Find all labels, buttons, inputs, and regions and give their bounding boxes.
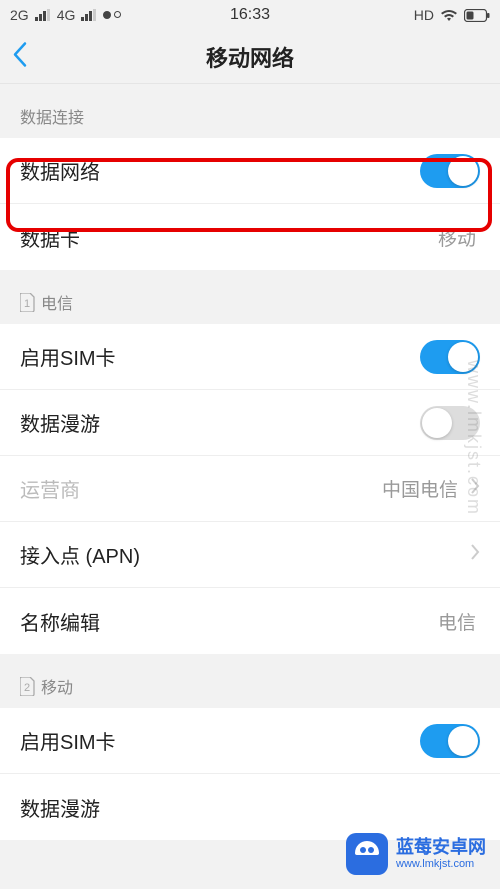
row-enable-sim-2[interactable]: 启用SIM卡 (0, 708, 500, 774)
row-value: 中国电信 (382, 475, 458, 502)
row-label: 数据漫游 (20, 793, 480, 822)
toggle-data-network[interactable] (420, 154, 480, 188)
row-name-edit[interactable]: 名称编辑 电信 (0, 588, 500, 654)
list-data-connection: 数据网络 数据卡 移动 (0, 138, 500, 270)
section-header-data-connection: 数据连接 (0, 84, 500, 138)
signal-bars-icon (81, 9, 97, 21)
toggle-enable-sim-2[interactable] (420, 724, 480, 758)
row-label: 启用SIM卡 (20, 342, 420, 371)
section-header-label: 电信 (41, 290, 73, 314)
chevron-right-icon (470, 477, 480, 501)
page-title: 移动网络 (206, 41, 294, 73)
section-header-telecom: 1 电信 (0, 270, 500, 324)
hd-label: HD (414, 7, 434, 23)
row-label: 数据漫游 (20, 408, 420, 437)
footer-logo: 蓝莓安卓网 www.lmkjst.com (346, 833, 486, 875)
row-label: 数据网络 (20, 156, 420, 185)
sim-card-icon: 2 (20, 677, 35, 696)
row-data-network[interactable]: 数据网络 (0, 138, 500, 204)
status-time: 16:33 (230, 6, 270, 24)
svg-text:1: 1 (24, 298, 30, 310)
toggle-data-roaming-1[interactable] (420, 406, 480, 440)
sim-card-icon: 1 (20, 293, 35, 312)
network-4g-label: 4G (57, 7, 76, 23)
row-label: 接入点 (APN) (20, 540, 462, 569)
row-data-card[interactable]: 数据卡 移动 (0, 204, 500, 270)
row-carrier[interactable]: 运营商 中国电信 (0, 456, 500, 522)
list-telecom: 启用SIM卡 数据漫游 运营商 中国电信 接入点 (APN) 名称编辑 电信 (0, 324, 500, 654)
footer-brand-name: 蓝莓安卓网 (396, 838, 486, 858)
status-bar: 2G 4G 16:33 HD (0, 0, 500, 30)
section-header-label: 移动 (41, 674, 73, 698)
nav-header: 移动网络 (0, 30, 500, 84)
row-apn[interactable]: 接入点 (APN) (0, 522, 500, 588)
svg-text:2: 2 (24, 682, 30, 694)
chevron-left-icon (12, 41, 28, 67)
row-value: 移动 (438, 224, 476, 251)
section-header-mobile: 2 移动 (0, 654, 500, 708)
network-2g-label: 2G (10, 7, 29, 23)
row-data-roaming-2[interactable]: 数据漫游 (0, 774, 500, 840)
back-button[interactable] (12, 41, 28, 72)
list-mobile: 启用SIM卡 数据漫游 (0, 708, 500, 840)
toggle-enable-sim-1[interactable] (420, 340, 480, 374)
android-badge-icon (346, 833, 388, 875)
battery-icon (464, 9, 490, 22)
row-value: 电信 (438, 608, 476, 635)
status-dots-icon (103, 11, 121, 19)
signal-bars-icon (35, 9, 51, 21)
status-right: HD (414, 7, 490, 23)
row-label: 数据卡 (20, 223, 438, 252)
row-label: 启用SIM卡 (20, 726, 420, 755)
status-left: 2G 4G (10, 7, 121, 23)
row-label: 运营商 (20, 474, 382, 503)
row-data-roaming-1[interactable]: 数据漫游 (0, 390, 500, 456)
row-enable-sim-1[interactable]: 启用SIM卡 (0, 324, 500, 390)
wifi-icon (440, 9, 458, 22)
footer-url: www.lmkjst.com (396, 858, 486, 870)
chevron-right-icon (470, 543, 480, 567)
row-label: 名称编辑 (20, 607, 438, 636)
